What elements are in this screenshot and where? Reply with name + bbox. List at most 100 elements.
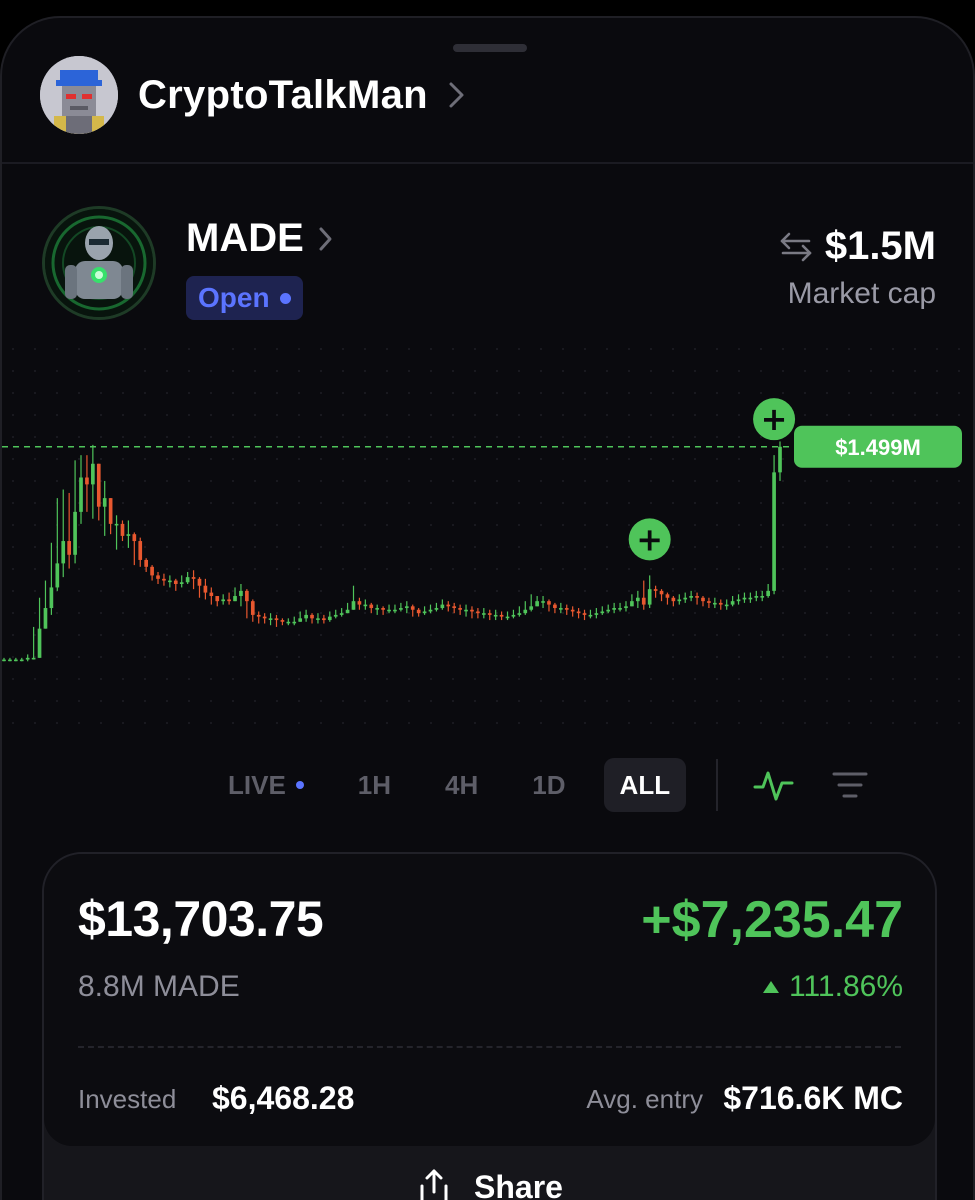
candle-body bbox=[677, 599, 682, 602]
tab-4h[interactable]: 4H bbox=[429, 758, 494, 812]
candle-body bbox=[339, 613, 344, 615]
candle-body bbox=[43, 608, 48, 629]
pnl-percent: 111.86% bbox=[763, 970, 903, 1004]
candle-body bbox=[600, 611, 605, 614]
share-button[interactable]: Share bbox=[44, 1154, 935, 1200]
candle-body bbox=[203, 585, 208, 593]
chevron-right-icon[interactable] bbox=[448, 80, 466, 110]
candle-body bbox=[618, 608, 622, 610]
candle-body bbox=[239, 590, 243, 597]
line-chart-icon[interactable] bbox=[752, 763, 796, 807]
candle-body bbox=[493, 614, 498, 617]
buy-marker-label: + bbox=[761, 400, 788, 438]
candle-body bbox=[8, 659, 12, 662]
candle-body bbox=[138, 541, 143, 560]
candle-body bbox=[387, 609, 391, 612]
username[interactable]: CryptoTalkMan bbox=[138, 73, 428, 118]
candle-body bbox=[499, 614, 504, 617]
candle-body bbox=[511, 614, 516, 617]
candle-body bbox=[671, 597, 676, 602]
candle-body bbox=[635, 597, 640, 602]
candle-body bbox=[434, 608, 439, 610]
candle-body bbox=[256, 614, 261, 617]
candle-body bbox=[612, 608, 616, 610]
token-header: MADE Open $1.5M Market cap bbox=[42, 206, 942, 336]
user-avatar[interactable] bbox=[40, 56, 118, 134]
candle-body bbox=[535, 601, 539, 607]
candle-body bbox=[310, 614, 314, 619]
candle-body bbox=[713, 602, 717, 605]
pixel-avatar-icon bbox=[40, 56, 118, 134]
candle-body bbox=[345, 609, 350, 614]
market-cap-value: $1.5M bbox=[824, 224, 936, 268]
status-label: Open bbox=[198, 282, 270, 313]
chevron-right-icon[interactable] bbox=[318, 225, 334, 253]
candle-body bbox=[630, 601, 634, 607]
tab-all[interactable]: ALL bbox=[603, 758, 687, 812]
chart-dot-grid bbox=[2, 338, 973, 738]
candle-body bbox=[357, 601, 362, 605]
candle-body bbox=[428, 609, 433, 612]
swap-arrows-icon[interactable] bbox=[779, 230, 813, 264]
tab-1h[interactable]: 1H bbox=[342, 758, 407, 812]
profile-row[interactable]: CryptoTalkMan bbox=[40, 56, 466, 134]
candle-body bbox=[250, 601, 255, 615]
summary-divider bbox=[78, 1046, 901, 1048]
share-upload-icon bbox=[420, 1169, 448, 1200]
candlestick-chart[interactable]: + + $1.499M bbox=[2, 338, 975, 738]
candle-body bbox=[298, 618, 303, 622]
candle-body bbox=[410, 606, 415, 610]
candle-body bbox=[73, 511, 77, 555]
avg-entry-value: $716.6K MC bbox=[723, 1080, 903, 1116]
candle-body bbox=[2, 659, 6, 662]
candle-body bbox=[363, 604, 368, 607]
token-ticker[interactable]: MADE bbox=[186, 216, 304, 261]
tab-1h-label: 1H bbox=[357, 769, 392, 800]
avg-entry-label: Avg. entry bbox=[586, 1084, 703, 1114]
candle-body bbox=[760, 596, 765, 598]
candle-body bbox=[55, 563, 60, 588]
candle-body bbox=[156, 575, 160, 579]
buy-marker-icon[interactable]: + bbox=[628, 518, 671, 561]
candle-body bbox=[422, 611, 427, 614]
position-pnl: +$7,235.47 bbox=[641, 891, 903, 949]
position-value: $13,703.75 bbox=[78, 891, 324, 947]
token-logo[interactable] bbox=[42, 206, 156, 320]
candle-body bbox=[724, 604, 729, 607]
filter-lines-icon[interactable] bbox=[828, 763, 872, 807]
token-name-link[interactable]: MADE bbox=[186, 216, 334, 261]
candle-body bbox=[322, 618, 326, 621]
candle-body bbox=[659, 590, 664, 595]
candle-body bbox=[14, 659, 18, 662]
tab-4h-label: 4H bbox=[445, 769, 479, 800]
candle-body bbox=[588, 614, 593, 617]
tab-live[interactable]: LIVE bbox=[212, 758, 320, 812]
bottom-sheet: CryptoTalkMan MADE Open $1.5M Market cap… bbox=[0, 16, 975, 1200]
current-price-label: $1.499M bbox=[835, 435, 921, 460]
candle-body bbox=[245, 590, 249, 602]
candle-body bbox=[221, 599, 226, 602]
candle-body bbox=[126, 534, 131, 536]
candle-body bbox=[452, 606, 457, 609]
buy-marker-label: + bbox=[636, 520, 663, 558]
candle-body bbox=[558, 608, 563, 610]
position-summary: $13,703.75 +$7,235.47 8.8M MADE 111.86% … bbox=[44, 854, 935, 1146]
candle-body bbox=[564, 608, 569, 610]
candle-body bbox=[262, 616, 267, 619]
invested-label: Invested bbox=[78, 1084, 177, 1114]
candle-body bbox=[179, 582, 184, 584]
tab-1d[interactable]: 1D bbox=[516, 758, 581, 812]
candle-body bbox=[215, 596, 220, 602]
tab-all-label: ALL bbox=[619, 769, 671, 800]
candle-body bbox=[381, 608, 385, 610]
sheet-grabber[interactable] bbox=[453, 44, 527, 52]
candle-body bbox=[280, 620, 285, 622]
candle-body bbox=[369, 604, 374, 609]
candle-body bbox=[274, 618, 279, 621]
timeframe-selector: LIVE 1H 4H 1D ALL bbox=[212, 758, 888, 812]
candle-body bbox=[553, 604, 557, 609]
candle-body bbox=[748, 597, 753, 600]
buy-marker-icon[interactable]: + bbox=[753, 398, 796, 441]
timeframe-divider bbox=[716, 759, 719, 811]
price-chart[interactable]: + + $1.499M bbox=[2, 338, 975, 738]
